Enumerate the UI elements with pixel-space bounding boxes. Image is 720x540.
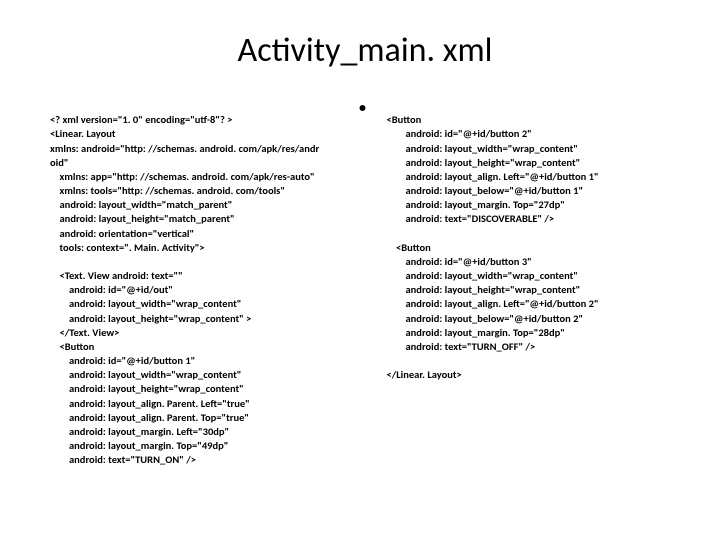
- code-line: android: layout_width="wrap_content": [50, 297, 241, 310]
- code-line: <? xml version="1. 0" encoding="utf-8"? …: [50, 113, 232, 126]
- code-line: android: layout_below="@+id/button 1": [377, 184, 583, 197]
- bullet-icon: •: [359, 101, 366, 115]
- code-line: android: layout_height="wrap_content" >: [50, 312, 251, 325]
- code-line: android: layout_align. Left="@+id/button…: [377, 297, 599, 310]
- code-line: android: layout_height="wrap_content": [50, 382, 244, 395]
- code-line: xmlns: android="http: //schemas. android…: [50, 142, 319, 155]
- slide: Activity_main. xml <? xml version="1. 0"…: [0, 0, 720, 540]
- code-line: android: layout_width="wrap_content": [377, 142, 578, 155]
- code-line: android: id="@+id/button 2": [377, 127, 532, 140]
- code-line: android: layout_margin. Left="30dp": [50, 425, 229, 438]
- code-line: tools: context=". Main. Activity">: [50, 241, 205, 254]
- code-line: android: layout_margin. Top="27dp": [377, 198, 565, 211]
- code-line: android: text="TURN_ON" />: [50, 453, 196, 466]
- code-line: android: text="TURN_OFF" />: [377, 340, 535, 353]
- code-line: android: layout_margin. Top="28dp": [377, 326, 565, 339]
- code-line: <Button: [377, 241, 431, 254]
- slide-title: Activity_main. xml: [50, 30, 680, 71]
- code-right-column: • <Button android: id="@+id/button 2" an…: [377, 99, 680, 482]
- code-line: android: layout_width="wrap_content": [50, 368, 241, 381]
- code-line: <Button: [377, 113, 421, 126]
- code-line: android: layout_align. Parent. Left="tru…: [50, 397, 250, 410]
- code-line: </Text. View>: [50, 326, 119, 339]
- code-line: <Button: [50, 340, 94, 353]
- code-line: android: layout_width="match_parent": [50, 198, 232, 211]
- code-line: <Text. View android: text="": [50, 269, 183, 282]
- content-columns: <? xml version="1. 0" encoding="utf-8"? …: [50, 99, 680, 482]
- code-line: android: id="@+id/button 1": [50, 354, 195, 367]
- code-line: android: layout_margin. Top="49dp": [50, 439, 228, 452]
- code-line: android: layout_align. Left="@+id/button…: [377, 170, 599, 183]
- code-line: <Linear. Layout: [50, 127, 116, 140]
- code-line: android: text="DISCOVERABLE" />: [377, 212, 554, 225]
- code-line: android: layout_height="wrap_content": [377, 156, 580, 169]
- code-line: android: layout_width="wrap_content": [377, 269, 578, 282]
- code-line: </Linear. Layout>: [377, 368, 462, 381]
- code-line: android: id="@+id/button 3": [377, 255, 532, 268]
- code-line: xmlns: tools="http: //schemas. android. …: [50, 184, 285, 197]
- code-line: android: orientation="vertical": [50, 227, 194, 240]
- code-left-column: <? xml version="1. 0" encoding="utf-8"? …: [50, 99, 353, 482]
- code-line: android: layout_below="@+id/button 2": [377, 312, 583, 325]
- code-line: xmlns: app="http: //schemas. android. co…: [50, 170, 315, 183]
- code-line: android: layout_height="wrap_content": [377, 283, 580, 296]
- code-line: android: id="@+id/out": [50, 283, 173, 296]
- code-line: android: layout_height="match_parent": [50, 212, 235, 225]
- code-line: oid": [50, 156, 68, 169]
- code-line: android: layout_align. Parent. Top="true…: [50, 411, 249, 424]
